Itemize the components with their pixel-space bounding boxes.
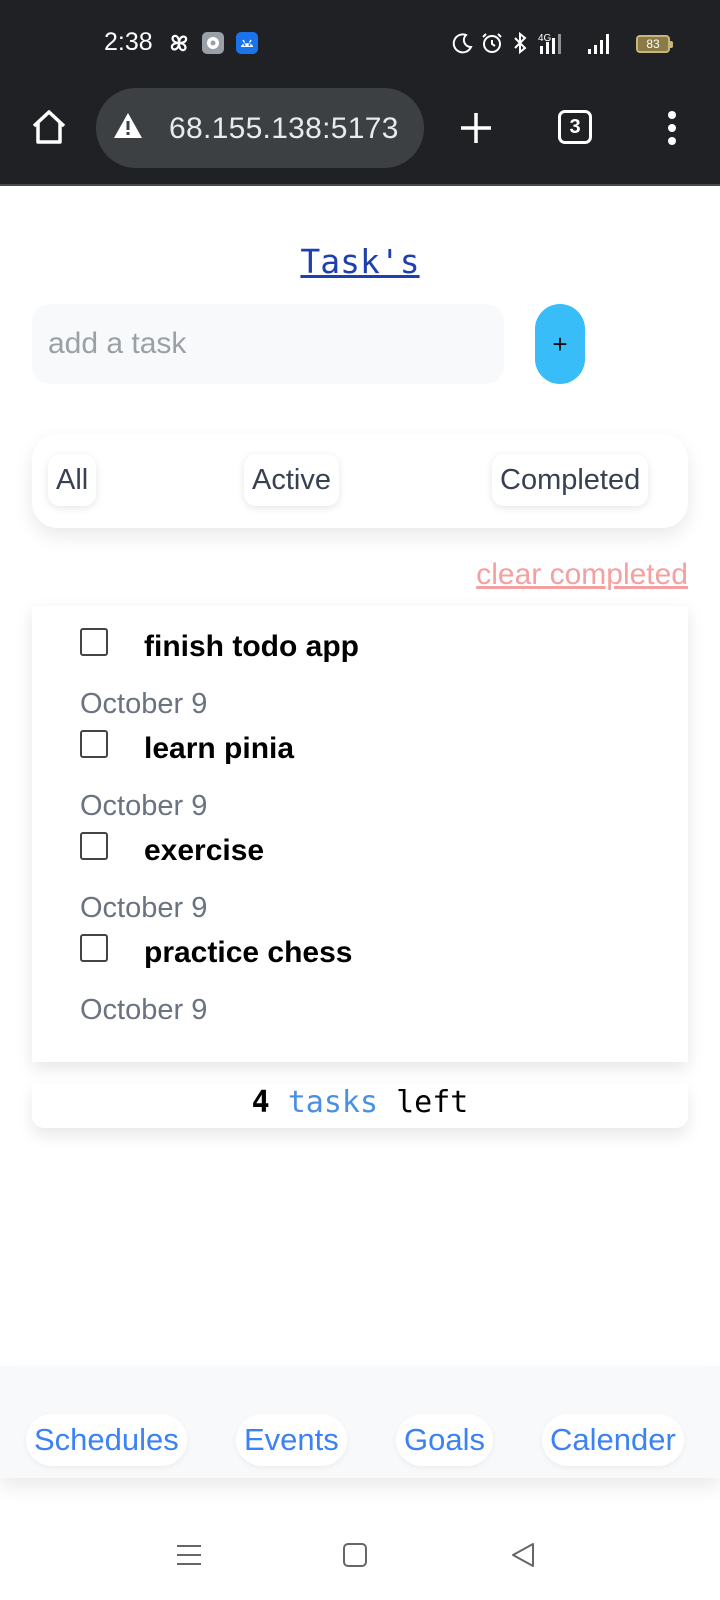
battery-level: 83 (646, 37, 660, 51)
task-list: finish todo app October 9 learn pinia Oc… (32, 606, 688, 1062)
filter-all[interactable]: All (48, 454, 97, 506)
tasks-left-counter: 4 tasks left (32, 1084, 688, 1128)
page-title[interactable]: Task's (0, 242, 720, 281)
task-item: practice chess October 9 (32, 912, 688, 1026)
warning-icon[interactable] (112, 110, 144, 142)
alarm-icon (480, 30, 504, 56)
recent-apps-icon[interactable] (174, 1540, 204, 1570)
moon-icon (452, 30, 474, 56)
tasks-left-count: 4 (251, 1085, 270, 1120)
filter-active[interactable]: Active (244, 454, 339, 506)
home-icon[interactable] (28, 106, 70, 148)
task-checkbox[interactable] (80, 934, 108, 962)
task-item: finish todo app October 9 (32, 606, 688, 720)
pinwheel-icon (166, 30, 192, 56)
browser-toolbar: 68.155.138:5173 3 (0, 88, 720, 186)
nav-schedules[interactable]: Schedules (26, 1414, 187, 1466)
svg-text:4G: 4G (538, 33, 552, 44)
signal-strength-icon (584, 30, 614, 56)
task-name: learn pinia (144, 732, 295, 765)
task-date: October 9 (80, 994, 208, 1026)
add-task-button[interactable]: + (535, 304, 585, 384)
settings-app-icon (201, 30, 225, 56)
menu-dots-icon[interactable] (662, 108, 682, 148)
status-bar: 2:38 4G 83 (0, 0, 720, 88)
android-debug-icon (235, 30, 259, 56)
filter-completed[interactable]: Completed (492, 454, 649, 506)
task-item: learn pinia October 9 (32, 708, 688, 822)
address-bar[interactable]: 68.155.138:5173 (96, 88, 424, 168)
tasks-left-suffix: left (396, 1085, 469, 1120)
task-checkbox[interactable] (80, 730, 108, 758)
clear-completed-link[interactable]: clear completed (476, 558, 688, 592)
home-nav-icon[interactable] (340, 1540, 370, 1570)
battery-icon: 83 (636, 35, 673, 53)
task-name: exercise (144, 834, 265, 867)
url-text[interactable]: 68.155.138:5173 (169, 112, 399, 146)
task-checkbox[interactable] (80, 628, 108, 656)
nav-events[interactable]: Events (236, 1414, 347, 1466)
filter-bar: All Active Completed (32, 434, 688, 528)
tab-switcher-button[interactable]: 3 (558, 110, 592, 144)
task-name: finish todo app (144, 630, 359, 663)
nav-calender[interactable]: Calender (542, 1414, 684, 1466)
task-item: exercise October 9 (32, 810, 688, 924)
task-name: practice chess (144, 936, 353, 969)
task-checkbox[interactable] (80, 832, 108, 860)
tasks-left-word: tasks (287, 1085, 379, 1120)
nav-goals[interactable]: Goals (396, 1414, 493, 1466)
bluetooth-icon (510, 30, 530, 56)
status-time: 2:38 (104, 28, 153, 56)
back-icon[interactable] (508, 1540, 538, 1570)
task-input[interactable] (32, 304, 504, 384)
signal-icon: 4G (536, 30, 576, 56)
plus-icon[interactable] (458, 110, 494, 146)
tab-count: 3 (569, 115, 581, 138)
bottom-nav: Schedules Events Goals Calender (0, 1366, 720, 1478)
